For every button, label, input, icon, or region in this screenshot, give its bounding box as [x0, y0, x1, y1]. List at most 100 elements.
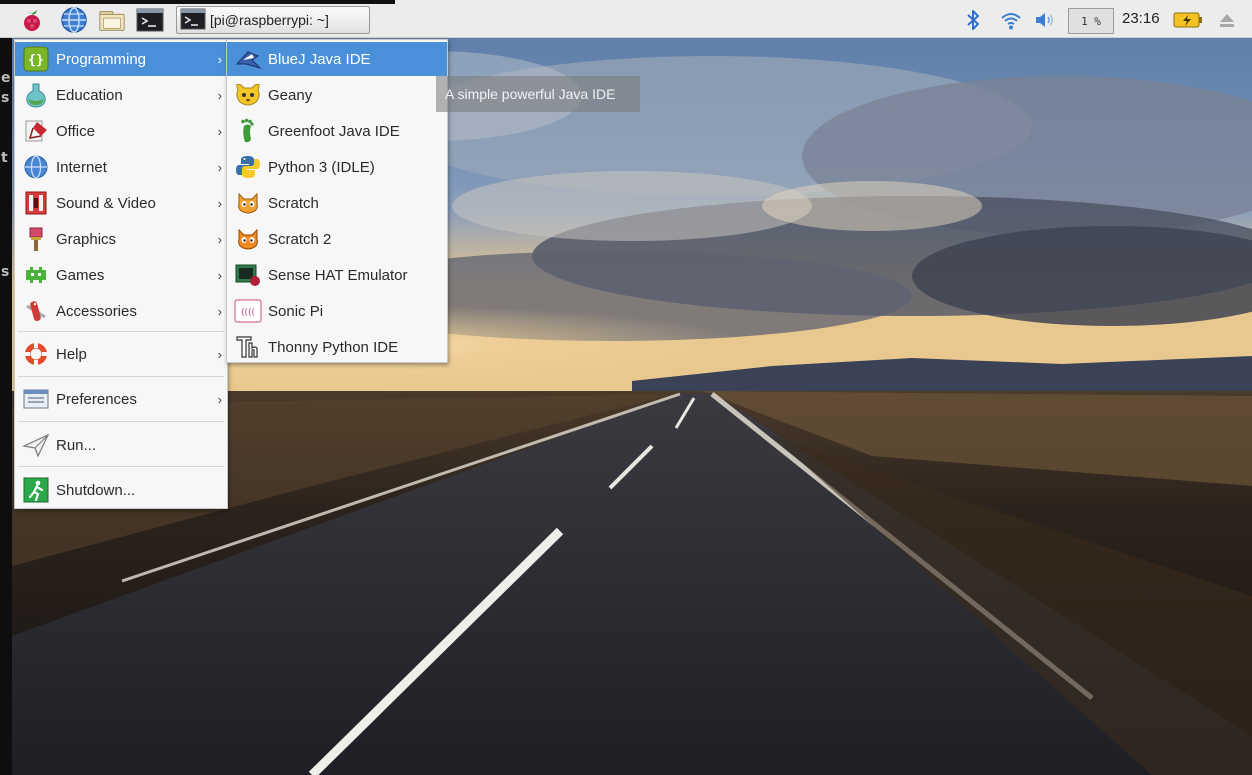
submenu-item-bluej[interactable]: BlueJ Java IDE — [227, 42, 447, 76]
menu-item-label: Graphics — [56, 230, 117, 248]
chevron-right-icon: › — [217, 346, 222, 362]
menu-separator — [18, 421, 224, 422]
bluetooth-icon[interactable] — [962, 8, 984, 32]
tooltip: A simple powerful Java IDE — [436, 76, 640, 112]
submenu-item-geany[interactable]: Geany — [227, 78, 447, 112]
chevron-right-icon: › — [217, 159, 222, 175]
graphics-icon — [21, 224, 51, 254]
sonic-pi-icon: (((( — [233, 296, 263, 326]
menu-item-shutdown[interactable]: Shutdown... — [15, 473, 227, 507]
menu-item-label: Help — [56, 345, 87, 363]
eject-icon[interactable] — [1216, 8, 1238, 32]
chevron-right-icon: › — [217, 51, 222, 67]
chevron-right-icon: › — [217, 231, 222, 247]
menu-item-games[interactable]: Games › — [15, 258, 227, 292]
volume-icon[interactable] — [1032, 8, 1058, 32]
application-menu: {} Programming › Education › Office › In… — [14, 39, 228, 509]
accessories-icon — [21, 296, 51, 326]
submenu-item-sense-hat[interactable]: Sense HAT Emulator — [227, 258, 447, 292]
cpu-usage-label: 1 % — [1081, 14, 1101, 28]
submenu-item-thonny[interactable]: Thonny Python IDE — [227, 330, 447, 364]
menu-item-sound-video[interactable]: Sound & Video › — [15, 186, 227, 220]
menu-item-label: Run... — [56, 436, 97, 454]
cpu-usage-monitor[interactable]: 1 % — [1068, 8, 1114, 34]
submenu-item-sonic-pi[interactable]: (((( Sonic Pi — [227, 294, 447, 328]
chevron-right-icon: › — [217, 195, 222, 211]
window-edge-text: e — [1, 70, 11, 86]
menu-item-label: Internet — [56, 158, 107, 176]
submenu-item-label: Geany — [268, 86, 313, 104]
menu-item-label: Accessories — [56, 302, 137, 320]
scratch-icon — [233, 188, 263, 218]
greenfoot-icon — [233, 116, 263, 146]
menu-item-internet[interactable]: Internet › — [15, 150, 227, 184]
svg-text:{}: {} — [28, 53, 44, 68]
submenu-item-scratch2[interactable]: Scratch 2 — [227, 222, 447, 256]
menu-item-label: Preferences — [56, 390, 137, 408]
menu-item-label: Games — [56, 266, 105, 284]
raspberry-menu-icon[interactable] — [18, 6, 46, 34]
programming-icon: {} — [21, 44, 51, 74]
svg-text:((((: (((( — [241, 308, 255, 318]
help-icon — [21, 339, 51, 369]
taskbar-task-label: [pi@raspberrypi: ~] — [210, 12, 329, 28]
taskbar-terminal-window[interactable]: [pi@raspberrypi: ~] — [176, 6, 370, 34]
window-edge-text: s — [1, 90, 10, 106]
terminal-icon[interactable] — [136, 6, 164, 34]
office-icon — [21, 116, 51, 146]
menu-item-help[interactable]: Help › — [15, 337, 227, 371]
submenu-item-label: Sonic Pi — [268, 302, 324, 320]
shutdown-icon — [21, 475, 51, 505]
file-manager-icon[interactable] — [98, 6, 126, 34]
sense-hat-icon — [233, 260, 263, 290]
preferences-icon — [21, 384, 51, 414]
submenu-item-scratch[interactable]: Scratch — [227, 186, 447, 220]
menu-item-run[interactable]: Run... — [15, 428, 227, 462]
web-browser-icon[interactable] — [60, 6, 88, 34]
chevron-right-icon: › — [217, 303, 222, 319]
internet-icon — [21, 152, 51, 182]
menu-separator — [18, 466, 224, 467]
menu-item-graphics[interactable]: Graphics › — [15, 222, 227, 256]
submenu-item-label: BlueJ Java IDE — [268, 50, 371, 68]
bluej-icon — [233, 44, 263, 74]
geany-icon — [233, 80, 263, 110]
window-edge-text: s — [1, 264, 10, 280]
menu-item-accessories[interactable]: Accessories › — [15, 294, 227, 328]
wifi-icon[interactable] — [998, 8, 1024, 32]
menu-item-office[interactable]: Office › — [15, 114, 227, 148]
menu-separator — [18, 331, 224, 332]
sound-video-icon — [21, 188, 51, 218]
menu-item-label: Sound & Video — [56, 194, 156, 212]
menu-item-label: Office — [56, 122, 95, 140]
terminal-icon — [180, 8, 206, 33]
menu-item-education[interactable]: Education › — [15, 78, 227, 112]
menu-item-programming[interactable]: {} Programming › — [15, 42, 227, 76]
thonny-icon — [233, 332, 263, 362]
menu-separator — [18, 376, 224, 377]
menu-item-label: Education — [56, 86, 123, 104]
background-window-edge: e s t s — [0, 36, 12, 775]
battery-icon[interactable] — [1172, 8, 1204, 32]
clock[interactable]: 23:16 — [1122, 10, 1160, 27]
chevron-right-icon: › — [217, 123, 222, 139]
submenu-item-greenfoot[interactable]: Greenfoot Java IDE — [227, 114, 447, 148]
submenu-item-label: Scratch — [268, 194, 319, 212]
submenu-item-label: Thonny Python IDE — [268, 338, 399, 356]
submenu-item-label: Scratch 2 — [268, 230, 332, 248]
games-icon — [21, 260, 51, 290]
scratch2-icon — [233, 224, 263, 254]
run-icon — [21, 430, 51, 460]
top-panel: [pi@raspberrypi: ~] 1 % 23:16 — [0, 0, 1252, 38]
chevron-right-icon: › — [217, 391, 222, 407]
submenu-item-label: Python 3 (IDLE) — [268, 158, 375, 176]
chevron-right-icon: › — [217, 267, 222, 283]
panel-edge — [0, 0, 395, 4]
window-edge-text: t — [1, 150, 8, 166]
submenu-item-python3-idle[interactable]: Python 3 (IDLE) — [227, 150, 447, 184]
menu-item-label: Shutdown... — [56, 481, 136, 499]
programming-submenu: BlueJ Java IDE Geany Greenfoot Java IDE … — [226, 39, 448, 363]
chevron-right-icon: › — [217, 87, 222, 103]
menu-item-preferences[interactable]: Preferences › — [15, 382, 227, 416]
submenu-item-label: Greenfoot Java IDE — [268, 122, 400, 140]
